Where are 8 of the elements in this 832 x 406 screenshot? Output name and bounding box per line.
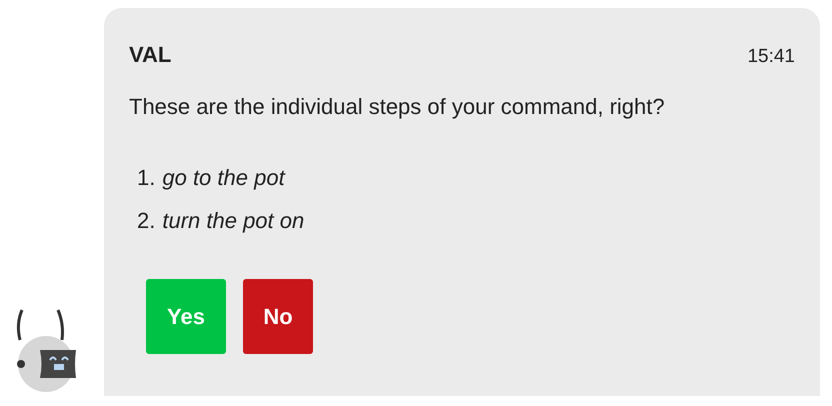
step-text: turn the pot on — [162, 206, 304, 235]
message-text: These are the individual steps of your command, right? — [129, 92, 666, 121]
step-text: go to the pot — [162, 164, 285, 192]
sender-name: VAL — [129, 41, 172, 69]
no-button[interactable]: No — [243, 278, 313, 354]
step-number: 2. — [137, 206, 156, 234]
step-number: 1. — [137, 164, 156, 192]
message-time: 15:41 — [747, 45, 795, 69]
